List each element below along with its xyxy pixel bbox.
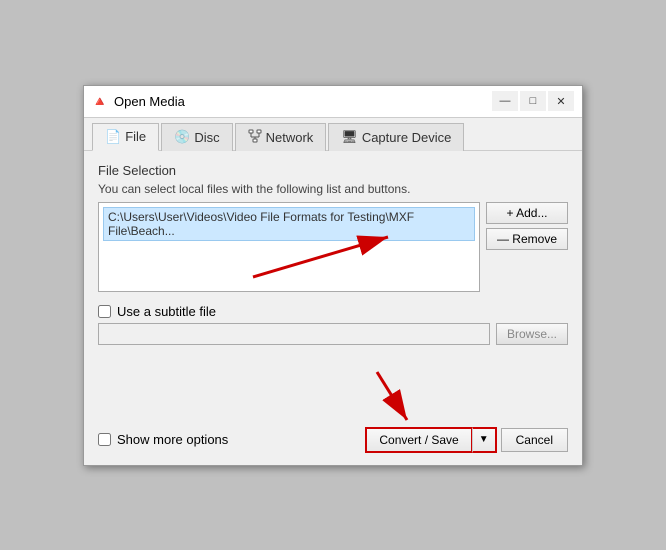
browse-button[interactable]: Browse... (496, 323, 568, 345)
content-area: File Selection You can select local file… (84, 151, 582, 417)
add-button[interactable]: + Add... (486, 202, 568, 224)
capture-tab-icon: 🖥 (341, 129, 358, 145)
network-tab-icon (248, 129, 262, 146)
vlc-icon: 🔺 (92, 93, 108, 109)
open-media-window: 🔺 Open Media — □ ✕ 📄 File 💿 Disc (83, 85, 583, 466)
show-more-label[interactable]: Show more options (117, 432, 228, 447)
disc-tab-label: Disc (194, 130, 219, 145)
file-list-box[interactable]: C:\Users\User\Videos\Video File Formats … (98, 202, 480, 292)
window-title: Open Media (114, 94, 185, 109)
tab-bar: 📄 File 💿 Disc Network 🖥 (84, 118, 582, 151)
tab-disc[interactable]: 💿 Disc (161, 123, 232, 151)
remove-button[interactable]: — Remove (486, 228, 568, 250)
file-path-entry: C:\Users\User\Videos\Video File Formats … (103, 207, 475, 241)
convert-save-wrapper: Convert / Save ▼ (365, 427, 496, 453)
tab-network[interactable]: Network (235, 123, 327, 151)
subtitle-checkbox-row: Use a subtitle file (98, 304, 568, 319)
tab-capture[interactable]: 🖥 Capture Device (328, 123, 464, 151)
subtitle-input-row: Browse... (98, 323, 568, 345)
file-area-row: C:\Users\User\Videos\Video File Formats … (98, 202, 568, 292)
network-tab-label: Network (266, 130, 314, 145)
subtitle-checkbox-label[interactable]: Use a subtitle file (117, 304, 216, 319)
file-tab-label: File (125, 129, 146, 144)
title-bar: 🔺 Open Media — □ ✕ (84, 86, 582, 118)
capture-tab-label: Capture Device (362, 130, 452, 145)
window-controls: — □ ✕ (492, 91, 574, 111)
file-tab-icon: 📄 (105, 129, 121, 145)
disc-tab-icon: 💿 (174, 129, 190, 145)
bottom-buttons: Convert / Save ▼ Cancel (365, 427, 568, 453)
spacer (98, 345, 568, 405)
title-bar-left: 🔺 Open Media (92, 93, 185, 109)
subtitle-checkbox[interactable] (98, 305, 111, 318)
bottom-bar: Show more options Convert / Save ▼ (84, 417, 582, 465)
convert-save-dropdown[interactable]: ▼ (472, 427, 497, 453)
convert-save-button[interactable]: Convert / Save (365, 427, 471, 453)
tab-file[interactable]: 📄 File (92, 123, 159, 151)
file-selection-desc: You can select local files with the foll… (98, 182, 568, 196)
file-selection-title: File Selection (98, 163, 568, 178)
close-button[interactable]: ✕ (548, 91, 574, 111)
show-more-checkbox[interactable] (98, 433, 111, 446)
maximize-button[interactable]: □ (520, 91, 546, 111)
file-action-buttons: + Add... — Remove (486, 202, 568, 250)
cancel-button[interactable]: Cancel (501, 428, 568, 452)
minimize-button[interactable]: — (492, 91, 518, 111)
convert-save-group: Convert / Save ▼ (365, 427, 496, 453)
show-more-row: Show more options (98, 432, 228, 447)
subtitle-file-input[interactable] (98, 323, 490, 345)
